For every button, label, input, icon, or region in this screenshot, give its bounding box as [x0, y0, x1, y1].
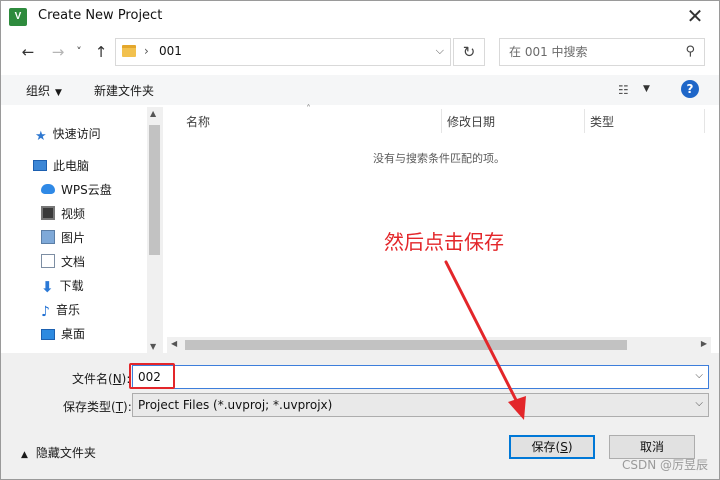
- sidebar-item-desktop[interactable]: 桌面: [41, 323, 85, 345]
- sidebar-item-music[interactable]: ♪ 音乐: [41, 299, 80, 321]
- column-divider[interactable]: [584, 109, 585, 133]
- scroll-right-icon[interactable]: ▶: [701, 339, 707, 348]
- music-icon: ♪: [41, 304, 50, 320]
- search-box[interactable]: ⚲: [499, 38, 705, 66]
- breadcrumb-chevron-icon[interactable]: ›: [144, 44, 149, 58]
- sort-ascending-icon: ˄: [306, 104, 311, 115]
- csdn-watermark: CSDN @厉昱辰: [621, 458, 708, 472]
- sidebar-item-label: 文档: [61, 255, 86, 269]
- forward-arrow-icon[interactable]: →: [47, 41, 69, 63]
- scroll-left-icon[interactable]: ◀: [171, 339, 177, 348]
- column-header-date-modified[interactable]: 修改日期: [447, 113, 495, 130]
- chevron-up-icon: ▲: [21, 450, 28, 460]
- cloud-icon: [41, 184, 55, 194]
- navigation-pane: ★ 快速访问 此电脑 WPS云盘 视频 图片 文档 ⬇ 下载 ♪ 音乐 桌面: [9, 107, 164, 353]
- filename-label: 文件名(N):: [72, 372, 131, 386]
- sidebar-item-wps-cloud[interactable]: WPS云盘: [41, 179, 112, 201]
- scroll-down-icon[interactable]: ▼: [150, 342, 156, 351]
- address-bar[interactable]: › 001 ⌵: [115, 38, 451, 66]
- filetype-selected-value: Project Files (*.uvproj; *.uvprojx): [138, 398, 333, 412]
- file-list-horizontal-scrollbar[interactable]: ◀ ▶: [167, 337, 711, 353]
- star-icon: ★: [35, 129, 47, 144]
- sidebar-item-label: 下载: [59, 279, 84, 293]
- organize-label: 组织: [26, 84, 51, 98]
- sidebar-item-this-pc[interactable]: 此电脑: [33, 155, 89, 177]
- desktop-icon: [41, 329, 55, 340]
- search-icon[interactable]: ⚲: [685, 44, 695, 59]
- up-arrow-icon[interactable]: ↑: [90, 41, 112, 63]
- empty-results-message: 没有与搜索条件匹配的项。: [373, 152, 505, 165]
- filetype-label: 保存类型(T):: [63, 400, 132, 414]
- download-icon: ⬇: [41, 278, 54, 296]
- sidebar-item-quick-access[interactable]: ★ 快速访问: [35, 123, 101, 145]
- hide-folders-toggle[interactable]: ▲ 隐藏文件夹: [21, 444, 96, 461]
- view-dropdown-icon[interactable]: ▼: [643, 84, 650, 94]
- filename-dropdown-icon[interactable]: ⌵: [695, 370, 703, 381]
- folder-icon: [122, 45, 136, 57]
- recent-locations-chevron-icon[interactable]: ˅: [71, 41, 87, 63]
- title-bar: V Create New Project ✕: [1, 1, 719, 32]
- pictures-icon: [41, 230, 55, 244]
- create-project-dialog: V Create New Project ✕ ← → ˅ ↑ › 001 ⌵ ↻…: [0, 0, 720, 480]
- view-options-icon[interactable]: ☷: [618, 83, 629, 97]
- close-icon[interactable]: ✕: [681, 4, 709, 28]
- sidebar-item-label: 快速访问: [52, 127, 101, 141]
- column-divider[interactable]: [704, 109, 705, 133]
- sidebar-item-pictures[interactable]: 图片: [41, 227, 85, 249]
- filename-combobox[interactable]: ⌵: [132, 365, 709, 389]
- computer-icon: [33, 160, 47, 171]
- sidebar-item-documents[interactable]: 文档: [41, 251, 85, 273]
- column-header-name[interactable]: 名称: [186, 113, 210, 130]
- column-header-type[interactable]: 类型: [590, 113, 614, 130]
- sidebar-item-label: 桌面: [61, 327, 86, 341]
- scrollbar-thumb[interactable]: [185, 340, 627, 350]
- breadcrumb-current-folder[interactable]: 001: [159, 44, 182, 58]
- filetype-select[interactable]: Project Files (*.uvproj; *.uvprojx) ⌵: [132, 393, 709, 417]
- refresh-icon[interactable]: ↻: [453, 38, 485, 66]
- save-button[interactable]: 保存(S): [509, 435, 595, 459]
- filetype-dropdown-icon[interactable]: ⌵: [695, 398, 703, 409]
- navigation-pane-scrollbar[interactable]: ▲ ▼: [147, 107, 163, 353]
- scroll-up-icon[interactable]: ▲: [150, 109, 156, 118]
- sidebar-item-videos[interactable]: 视频: [41, 203, 85, 225]
- scrollbar-thumb[interactable]: [149, 125, 160, 255]
- sidebar-item-label: 视频: [61, 207, 86, 221]
- sidebar-item-label: WPS云盘: [61, 183, 112, 197]
- back-arrow-icon[interactable]: ←: [17, 41, 39, 63]
- organize-menu[interactable]: 组织 ▼: [26, 82, 62, 99]
- sidebar-item-label: 图片: [61, 231, 86, 245]
- keil-app-icon: V: [9, 8, 27, 26]
- dialog-title: Create New Project: [38, 8, 163, 23]
- hide-folders-label: 隐藏文件夹: [35, 446, 96, 460]
- video-icon: [41, 206, 55, 220]
- annotation-text: 然后点击保存: [384, 230, 504, 254]
- address-dropdown-icon[interactable]: ⌵: [436, 44, 444, 58]
- new-folder-button[interactable]: 新建文件夹: [94, 82, 154, 99]
- sidebar-item-label: 此电脑: [53, 159, 90, 173]
- help-icon[interactable]: ?: [681, 80, 699, 98]
- documents-icon: [41, 254, 55, 268]
- column-divider[interactable]: [441, 109, 442, 133]
- chevron-down-icon: ▼: [55, 88, 62, 98]
- command-toolbar: 组织 ▼ 新建文件夹 ☷ ▼ ?: [1, 75, 719, 105]
- sidebar-item-downloads[interactable]: ⬇ 下载: [41, 275, 84, 297]
- search-input[interactable]: [500, 39, 670, 65]
- filename-input[interactable]: [133, 366, 673, 388]
- sidebar-item-label: 音乐: [55, 303, 80, 317]
